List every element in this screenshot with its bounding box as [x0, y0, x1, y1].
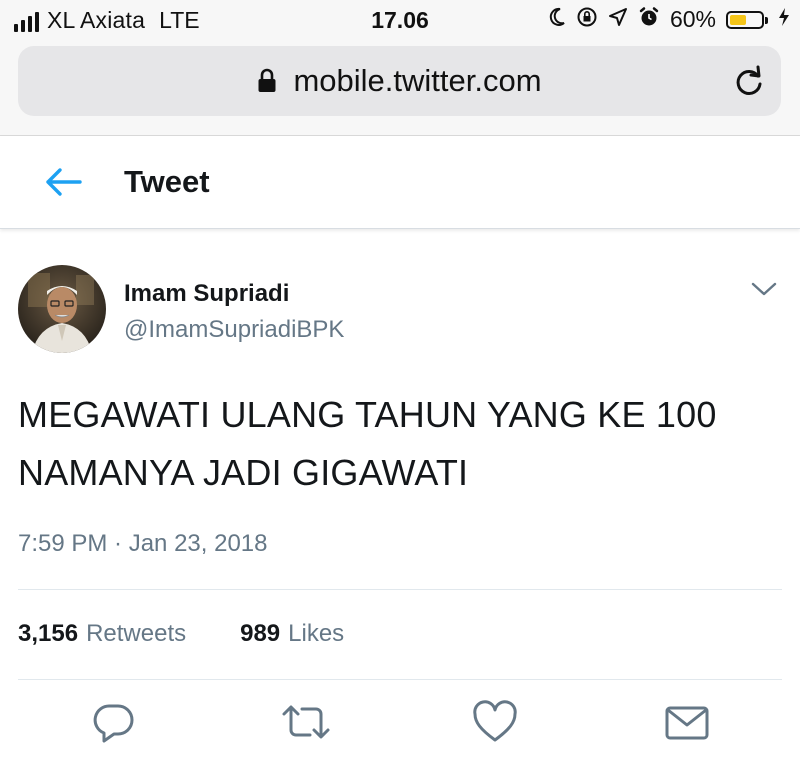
- likes-stat[interactable]: 989 Likes: [240, 620, 344, 648]
- page-header: Tweet: [0, 136, 800, 229]
- status-left: XL Axiata LTE: [14, 7, 200, 34]
- retweets-count: 3,156: [18, 620, 79, 647]
- carrier-name: XL Axiata: [47, 7, 146, 33]
- alarm-icon: [638, 6, 660, 33]
- orientation-lock-icon: [576, 6, 598, 33]
- battery-icon: [726, 10, 768, 29]
- chevron-down-icon[interactable]: [750, 280, 778, 303]
- display-name[interactable]: Imam Supriadi: [124, 280, 289, 308]
- avatar[interactable]: [18, 265, 106, 353]
- user-handle[interactable]: @ImamSupriadiBPK: [124, 316, 344, 344]
- reply-icon[interactable]: [92, 700, 136, 749]
- retweets-label: Retweets: [86, 620, 187, 647]
- like-icon[interactable]: [472, 700, 518, 749]
- reload-icon[interactable]: [733, 65, 765, 104]
- browser-toolbar: mobile.twitter.com: [0, 40, 800, 136]
- direct-message-icon[interactable]: [664, 700, 710, 749]
- network-type: LTE: [159, 7, 200, 33]
- status-bar: XL Axiata LTE 17.06 60%: [0, 0, 800, 40]
- tweet-timestamp[interactable]: 7:59 PM · Jan 23, 2018: [18, 530, 268, 558]
- divider: [18, 589, 782, 590]
- signal-icon: [14, 10, 39, 32]
- location-icon: [608, 7, 628, 32]
- tweet-stats: 3,156 Retweets 989 Likes: [18, 620, 344, 648]
- charging-icon: [778, 7, 790, 32]
- retweet-icon[interactable]: [280, 700, 332, 749]
- address-bar[interactable]: mobile.twitter.com: [18, 46, 781, 116]
- divider: [18, 679, 782, 680]
- status-right: 60%: [548, 6, 790, 33]
- tweet-actions: [0, 700, 800, 750]
- moon-icon: [548, 7, 566, 32]
- retweets-stat[interactable]: 3,156 Retweets: [18, 620, 186, 648]
- page-title: Tweet: [124, 164, 210, 199]
- clock: 17.06: [371, 7, 429, 33]
- tweet-text-line: MEGAWATI ULANG TAHUN YANG KE 100: [18, 394, 717, 435]
- tweet-text-line: NAMANYA JADI GIGAWATI: [18, 452, 469, 493]
- likes-label: Likes: [288, 620, 345, 647]
- url-text[interactable]: mobile.twitter.com: [293, 63, 541, 99]
- tweet-text: MEGAWATI ULANG TAHUN YANG KE 100 NAMANYA…: [18, 386, 788, 502]
- likes-count: 989: [240, 620, 281, 647]
- back-arrow-icon[interactable]: [44, 166, 82, 203]
- battery-percentage: 60%: [669, 6, 716, 32]
- lock-icon: [257, 68, 277, 94]
